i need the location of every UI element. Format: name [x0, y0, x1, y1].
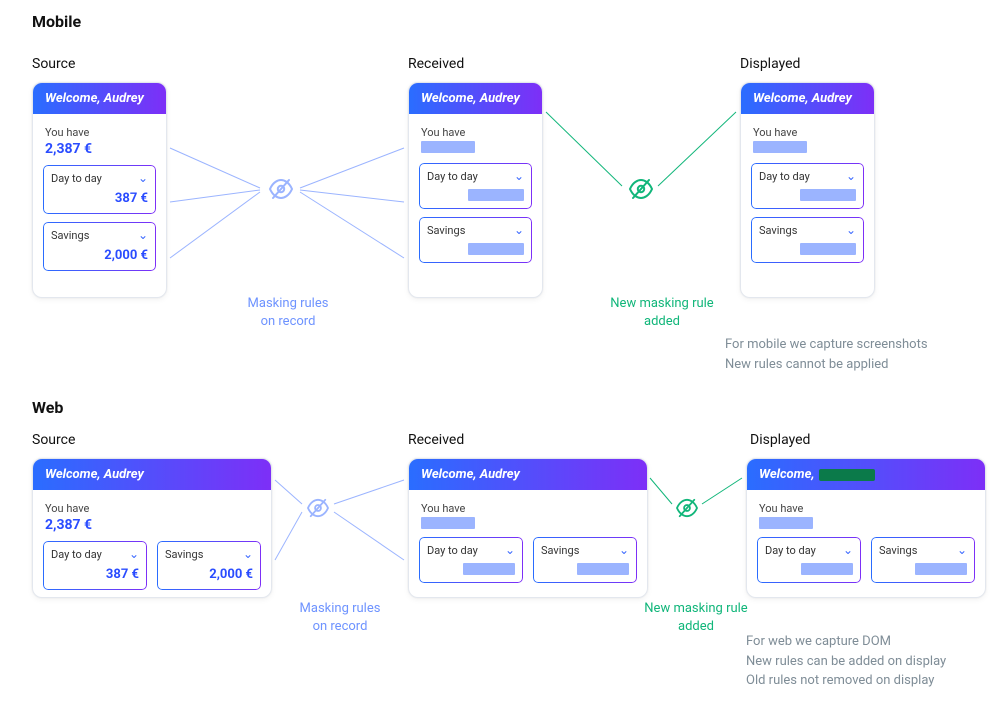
- chevron-down-icon: ⌄: [138, 171, 148, 185]
- you-have-label: You have: [759, 502, 973, 515]
- annotation-web: For web we capture DOM New rules can be …: [746, 632, 946, 691]
- account-box: Savings ⌄: [871, 537, 975, 583]
- annotation-mobile: For mobile we capture screenshots New ru…: [725, 335, 928, 374]
- account-name: Savings: [51, 229, 89, 242]
- col-source-web: Source: [32, 432, 75, 448]
- col-received-mobile: Received: [408, 56, 464, 72]
- chevron-down-icon: ⌄: [514, 223, 524, 237]
- masked-value: [915, 563, 967, 575]
- header-text: Welcome, Audrey: [421, 91, 520, 106]
- chevron-down-icon: ⌄: [846, 169, 856, 183]
- account-name: Savings: [759, 224, 797, 237]
- chevron-down-icon: ⌄: [843, 543, 853, 557]
- web-displayed-card: Welcome, You have Day to day ⌄ Savings ⌄: [746, 458, 986, 598]
- masked-value: [800, 189, 856, 201]
- account-box: Savings ⌄ 2,000 €: [43, 222, 156, 271]
- header-text: Welcome, Audrey: [421, 467, 520, 482]
- header-text: Welcome, Audrey: [45, 467, 144, 482]
- mobile-source-card: Welcome, Audrey You have 2,387 € Day to …: [32, 82, 167, 298]
- you-have-label: You have: [421, 126, 530, 139]
- masked-total: [421, 141, 475, 153]
- account-box: Day to day ⌄: [419, 163, 532, 209]
- card-header: Welcome, Audrey: [409, 459, 647, 490]
- caption-new-rule-web: New masking rule added: [616, 600, 776, 635]
- account-box: Savings ⌄: [751, 217, 864, 263]
- you-have-label: You have: [421, 502, 635, 515]
- account-value: 387 €: [51, 567, 139, 582]
- eye-slash-icon: [675, 498, 699, 518]
- web-received-card: Welcome, Audrey You have Day to day ⌄ Sav…: [408, 458, 648, 598]
- masked-value: [468, 243, 524, 255]
- section-title-mobile: Mobile: [32, 12, 81, 31]
- account-box: Savings ⌄ 2,000 €: [157, 541, 261, 590]
- caption-masking-on-record-web: Masking rules on record: [270, 600, 410, 635]
- col-source-mobile: Source: [32, 56, 75, 72]
- account-value: 387 €: [51, 191, 148, 206]
- eye-slash-icon: [306, 498, 330, 518]
- masked-total: [753, 141, 807, 153]
- chevron-down-icon: ⌄: [957, 543, 967, 557]
- col-displayed-mobile: Displayed: [740, 56, 800, 72]
- account-box: Day to day ⌄: [419, 537, 523, 583]
- header-text: Welcome, Audrey: [45, 91, 144, 106]
- mobile-received-card: Welcome, Audrey You have Day to day ⌄ Sav…: [408, 82, 543, 298]
- chevron-down-icon: ⌄: [846, 223, 856, 237]
- account-name: Savings: [165, 548, 203, 561]
- card-header: Welcome, Audrey: [741, 83, 874, 114]
- account-box: Day to day ⌄ 387 €: [43, 165, 156, 214]
- account-name: Day to day: [759, 170, 810, 183]
- masked-value: [577, 563, 629, 575]
- account-box: Savings ⌄: [533, 537, 637, 583]
- account-name: Day to day: [51, 172, 102, 185]
- account-value: 2,000 €: [51, 248, 148, 263]
- you-have-label: You have: [45, 126, 154, 139]
- section-title-web: Web: [32, 398, 63, 417]
- masked-value: [801, 563, 853, 575]
- card-header: Welcome, Audrey: [409, 83, 542, 114]
- account-name: Day to day: [51, 548, 102, 561]
- account-box: Day to day ⌄: [757, 537, 861, 583]
- header-text: Welcome, Audrey: [753, 91, 852, 106]
- web-source-card: Welcome, Audrey You have 2,387 € Day to …: [32, 458, 272, 598]
- header-prefix: Welcome,: [759, 467, 815, 482]
- chevron-down-icon: ⌄: [505, 543, 515, 557]
- you-have-label: You have: [753, 126, 862, 139]
- total-amount: 2,387 €: [45, 517, 259, 533]
- you-have-label: You have: [45, 502, 259, 515]
- account-name: Savings: [427, 224, 465, 237]
- chevron-down-icon: ⌄: [243, 547, 253, 561]
- account-value: 2,000 €: [165, 567, 253, 582]
- account-name: Savings: [879, 544, 917, 557]
- chevron-down-icon: ⌄: [514, 169, 524, 183]
- card-header: Welcome, Audrey: [33, 83, 166, 114]
- account-name: Day to day: [427, 544, 478, 557]
- account-box: Day to day ⌄: [751, 163, 864, 209]
- col-received-web: Received: [408, 432, 464, 448]
- account-name: Savings: [541, 544, 579, 557]
- caption-new-rule: New masking rule added: [582, 295, 742, 330]
- eye-slash-icon: [268, 178, 294, 200]
- account-name: Day to day: [427, 170, 478, 183]
- card-header: Welcome, Audrey: [33, 459, 271, 490]
- caption-masking-on-record: Masking rules on record: [218, 295, 358, 330]
- account-name: Day to day: [765, 544, 816, 557]
- eye-slash-icon: [628, 178, 654, 200]
- masked-value: [463, 563, 515, 575]
- masked-value: [800, 243, 856, 255]
- card-header: Welcome,: [747, 459, 985, 490]
- chevron-down-icon: ⌄: [129, 547, 139, 561]
- chevron-down-icon: ⌄: [619, 543, 629, 557]
- total-amount: 2,387 €: [45, 141, 154, 157]
- chevron-down-icon: ⌄: [138, 228, 148, 242]
- masked-name: [819, 469, 875, 481]
- account-box: Savings ⌄: [419, 217, 532, 263]
- masked-value: [468, 189, 524, 201]
- account-box: Day to day ⌄ 387 €: [43, 541, 147, 590]
- masked-total: [421, 517, 475, 529]
- mobile-displayed-card: Welcome, Audrey You have Day to day ⌄ Sav…: [740, 82, 875, 298]
- col-displayed-web: Displayed: [750, 432, 810, 448]
- masked-total: [759, 517, 813, 529]
